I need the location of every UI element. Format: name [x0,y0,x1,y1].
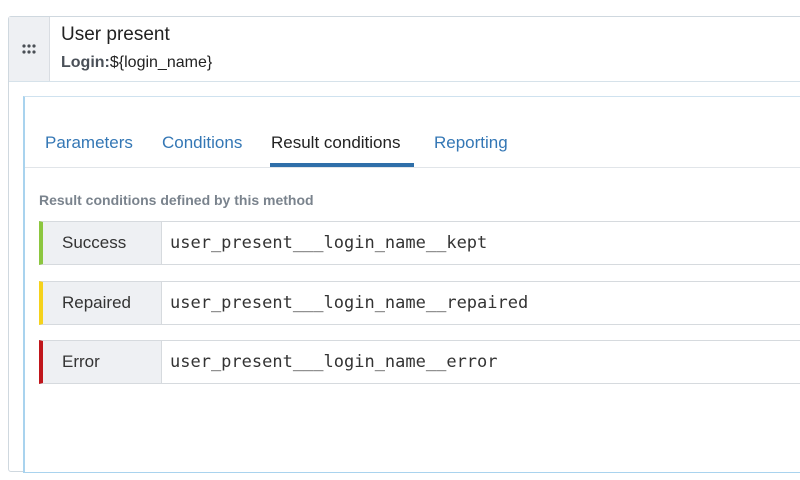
result-condition-value[interactable]: user_present___login_name__error [162,340,800,384]
method-card: User present Login:${login_name} Paramet… [8,16,800,473]
method-details: Parameters Conditions Result conditions … [23,96,800,473]
result-condition-value[interactable]: user_present___login_name__repaired [162,281,800,325]
result-condition-label: Error [39,340,162,384]
tab-parameters[interactable]: Parameters [45,133,133,153]
section-label: Result conditions defined by this method [39,192,314,208]
tab-result-conditions[interactable]: Result conditions [271,133,400,153]
tab-conditions[interactable]: Conditions [162,133,242,153]
method-title: User present [61,24,170,45]
parameter-name: Login: [61,54,110,71]
tab-reporting[interactable]: Reporting [434,133,508,153]
tab-bar: Parameters Conditions Result conditions … [25,97,800,168]
active-tab-indicator [270,163,414,167]
result-condition-success: Success user_present___login_name__kept [39,221,800,265]
result-condition-repaired: Repaired user_present___login_name__repa… [39,281,800,325]
grip-dots-icon [22,44,36,54]
result-condition-label: Success [39,221,162,265]
parameter-value: ${login_name} [109,54,213,71]
drag-handle[interactable] [9,17,50,81]
method-parameter: Login:${login_name} [61,53,212,73]
method-header[interactable]: User present Login:${login_name} [9,17,800,82]
result-condition-label: Repaired [39,281,162,325]
result-condition-value[interactable]: user_present___login_name__kept [162,221,800,265]
result-condition-error: Error user_present___login_name__error [39,340,800,384]
